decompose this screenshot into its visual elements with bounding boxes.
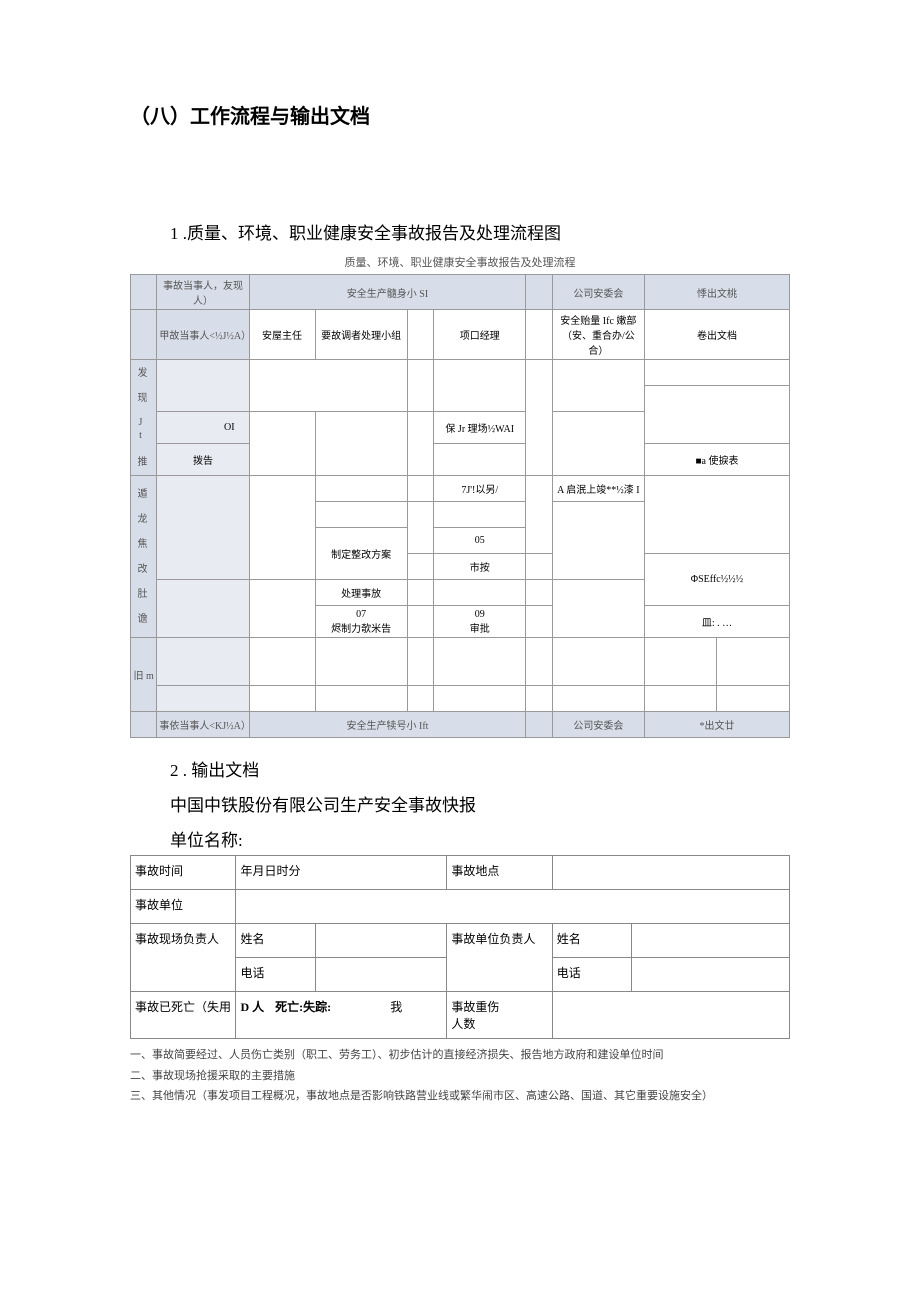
- flow-row-label: 旧 m: [133, 667, 154, 682]
- flow-top-header: 公司安委会: [552, 275, 644, 310]
- main-heading: （八）工作流程与输出文档: [130, 100, 790, 129]
- incident-form-table: 事故时间 年月日时分 事故地点 事故单位 事故现场负责人 姓名 事故单位负责人 …: [130, 855, 790, 1039]
- section-1-heading: 1 .质量、环境、职业健康安全事故报告及处理流程图: [130, 219, 790, 244]
- note-line: 三、其他情况（事发项目工程概况，事故地点是否影响铁路营业线或繁华闹市区、高速公路…: [130, 1088, 790, 1105]
- note-line: 二、事故现场抢援采取的主要措施: [130, 1068, 790, 1085]
- flow-bottom-header: *出文廿: [644, 712, 789, 738]
- flow-top-header: 安全生产髓身小 SI: [249, 275, 526, 310]
- note-line: 一、事故简要经过、人员伤亡类别（职工、劳务工）、初步估计的直接经济损失、报告地方…: [130, 1047, 790, 1064]
- flow-cell: 处理事放: [315, 580, 407, 606]
- flow-cell: 7J'!以另/: [434, 476, 526, 502]
- flow-cell: 05: [434, 528, 526, 554]
- flow-diagram-table: 事故当事人，友现人） 安全生产髓身小 SI 公司安委会 悸出文桃 甲故当事人<½…: [130, 274, 790, 738]
- flow-bottom-header: 安全生产犊号小 Ift: [249, 712, 526, 738]
- form-label: 事故单位负责人: [447, 924, 552, 992]
- notes-block: 一、事故简要经过、人员伤亡类别（职工、劳务工）、初步估计的直接经济损失、报告地方…: [130, 1047, 790, 1105]
- form-label: 事故现场负责人: [131, 924, 236, 992]
- flow-row-label: 遁 龙 焦 改 肚 谵: [133, 488, 148, 625]
- flow-caption: 质量、环境、职业健康安全事故报告及处理流程: [130, 254, 790, 270]
- flow-cell: 皿: . …: [644, 606, 789, 638]
- section-2-heading: 2 . 输出文档: [170, 756, 790, 781]
- form-label: 电话: [552, 958, 631, 992]
- flow-cell: ΦSEffc½½½: [644, 554, 789, 606]
- form-label: 事故时间: [131, 856, 236, 890]
- form-label: 电话: [236, 958, 315, 992]
- flow-cell: 09: [475, 609, 485, 620]
- flow-top-header: 悸出文桃: [644, 275, 789, 310]
- form-label: 姓名: [236, 924, 315, 958]
- flow-cell: 烬制力欹米告: [331, 624, 391, 635]
- flow-row-label: 发 现 Jt 推: [133, 367, 148, 468]
- flow-sub-header: 安全贻量 Ifc 嫩部（安、重合办/公合）: [552, 310, 644, 360]
- form-cell: 我: [390, 998, 402, 1015]
- form-label: 事故单位: [131, 890, 236, 924]
- flow-top-header: 事故当事人，友现人）: [157, 275, 249, 310]
- flow-sub-header: 安屋主任: [249, 310, 315, 360]
- flow-cell: 制定整改方案: [315, 528, 407, 580]
- flow-cell: 市按: [434, 554, 526, 580]
- flow-cell: 审批: [470, 624, 490, 635]
- form-label: 事故地点: [447, 856, 552, 890]
- form-label: 事故重伤 人数: [447, 992, 552, 1039]
- flow-cell: 保 Jr 理场½WAI: [434, 412, 526, 444]
- flow-cell: 拨告: [157, 444, 249, 476]
- flow-cell: A 启泯上竣**½漆 I: [552, 476, 644, 502]
- flow-sub-header: 项口经理: [434, 310, 526, 360]
- flow-bottom-header: 事依当事人<KJ½A）: [157, 712, 249, 738]
- flow-bottom-header: 公司安委会: [552, 712, 644, 738]
- flow-cell: 07: [356, 609, 366, 620]
- form-label: 事故已死亡（失用: [131, 992, 236, 1039]
- form-label: 姓名: [552, 924, 631, 958]
- flow-cell: ■a 使捩表: [644, 444, 789, 476]
- form-cell: 死亡:失踪:: [275, 1000, 331, 1014]
- output-doc-title: 中国中铁股份有限公司生产安全事故快报: [170, 791, 790, 816]
- flow-sub-header: 甲故当事人<½J½A）: [157, 310, 249, 360]
- flow-cell: OI: [157, 412, 249, 444]
- form-label: 年月日时分: [236, 856, 447, 890]
- flow-sub-header: 卷出文档: [644, 310, 789, 360]
- unit-name-label: 单位名称:: [170, 826, 790, 851]
- flow-sub-header: 要故调者处理小组: [315, 310, 407, 360]
- form-cell: D 人: [240, 1000, 264, 1014]
